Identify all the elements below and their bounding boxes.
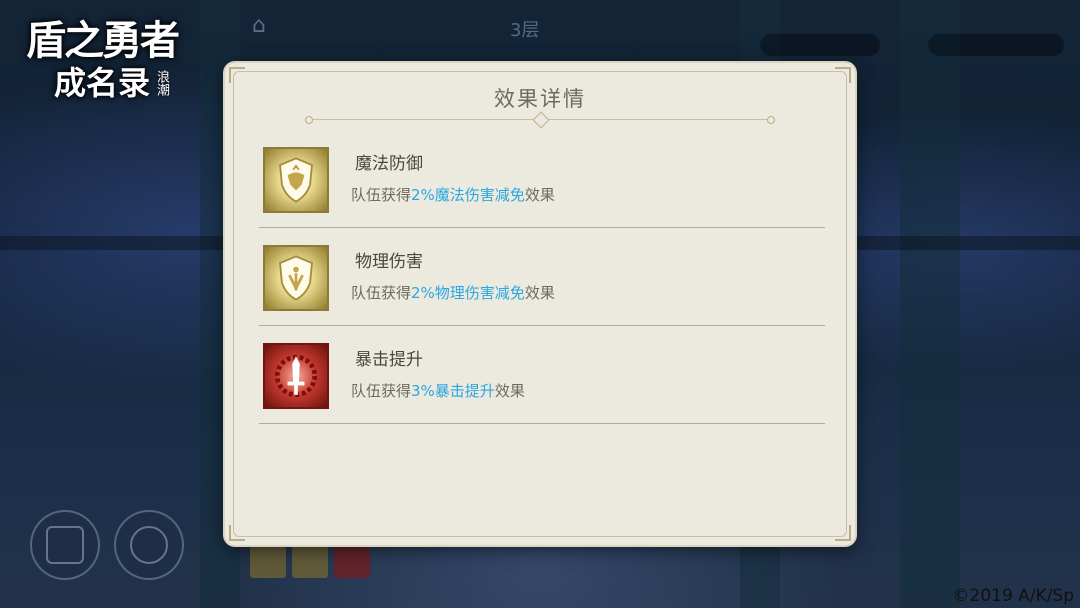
logo-tag: 浪潮 bbox=[154, 70, 169, 96]
effect-row-crit-boost: 暴击提升 队伍获得3%暴击提升效果 bbox=[259, 325, 825, 424]
panel-title: 效果详情 bbox=[494, 87, 586, 111]
resource-pill-1 bbox=[760, 34, 880, 56]
mini-badge-gold-2 bbox=[292, 546, 328, 578]
logo-subtitle: 成名录 bbox=[54, 64, 151, 102]
title-divider bbox=[305, 111, 775, 129]
home-icon[interactable]: ⌂ bbox=[246, 14, 272, 38]
effect-row-magic-defense: 魔法防御 队伍获得2%魔法伤害减免效果 bbox=[259, 129, 825, 228]
effect-description: 队伍获得3%暴击提升效果 bbox=[351, 382, 525, 400]
mini-badge-red bbox=[334, 546, 370, 578]
effect-name: 物理伤害 bbox=[355, 252, 423, 272]
physical-defense-shield-icon bbox=[263, 245, 329, 311]
menu-button-1[interactable] bbox=[30, 510, 100, 580]
effect-details-panel: 效果详情 魔法防御 队伍获得2%魔法伤害减免效果 物理伤害 队伍获得2%物理伤害… bbox=[225, 63, 855, 545]
floor-label: 3层 bbox=[510, 20, 540, 41]
copyright-notice: ©2019 A/K/Sp bbox=[952, 586, 1074, 606]
resource-pill-2 bbox=[928, 34, 1064, 56]
menu-button-2[interactable] bbox=[114, 510, 184, 580]
magic-defense-shield-icon bbox=[263, 147, 329, 213]
crit-sword-icon bbox=[263, 343, 329, 409]
effect-row-physical-damage: 物理伤害 队伍获得2%物理伤害减免效果 bbox=[259, 227, 825, 326]
effect-name: 魔法防御 bbox=[355, 154, 423, 174]
effect-description: 队伍获得2%物理伤害减免效果 bbox=[351, 284, 555, 302]
effect-description: 队伍获得2%魔法伤害减免效果 bbox=[351, 186, 555, 204]
mini-badge-gold-1 bbox=[250, 546, 286, 578]
game-logo: 盾之勇者 成名录 浪潮 bbox=[10, 4, 190, 104]
effect-name: 暴击提升 bbox=[355, 350, 423, 370]
